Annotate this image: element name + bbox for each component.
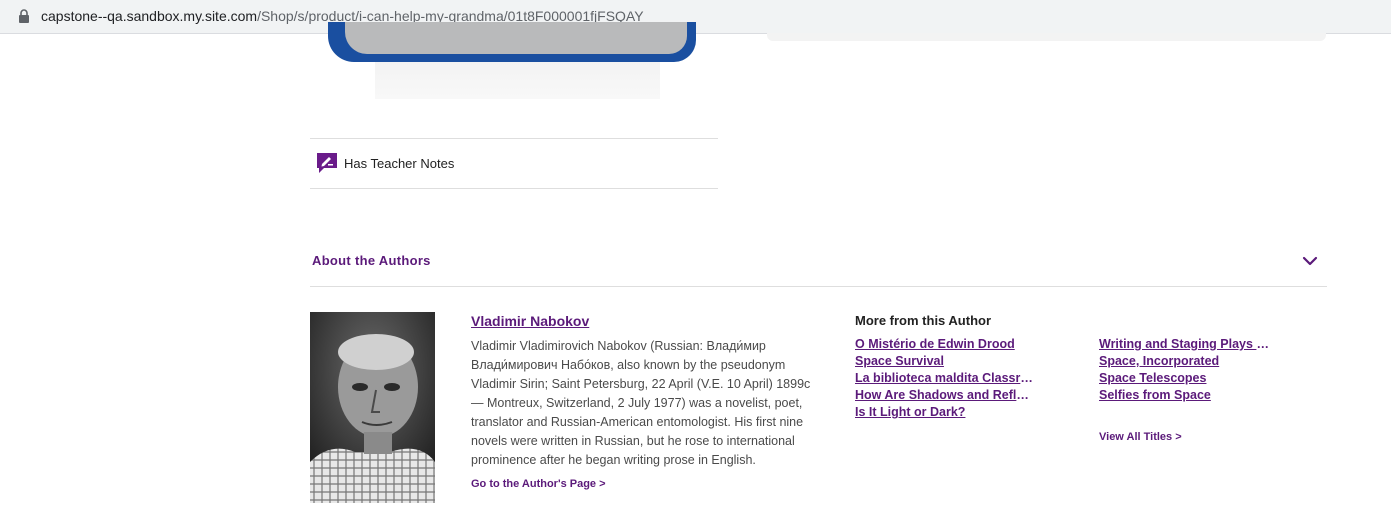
author-title-link[interactable]: La biblioteca maldita Classroom xyxy=(855,370,1033,387)
view-all-titles-link[interactable]: View All Titles > xyxy=(1099,431,1182,443)
author-title-link[interactable]: How Are Shadows and Reflections xyxy=(855,387,1033,404)
pencil-note-icon xyxy=(317,153,337,173)
author-title-link[interactable]: Selfies from Space xyxy=(1099,387,1277,404)
author-page-link[interactable]: Go to the Author's Page > xyxy=(471,478,606,490)
author-name-link[interactable]: Vladimir Nabokov xyxy=(471,313,589,329)
more-from-author-heading: More from this Author xyxy=(855,313,992,328)
product-image-inner xyxy=(345,22,687,54)
author-bio: Vladimir Vladimirovich Nabokov (Russian:… xyxy=(471,339,811,467)
url-host: capstone--qa.sandbox.my.site.com xyxy=(41,8,258,24)
about-authors-heading[interactable]: About the Authors xyxy=(312,253,431,268)
product-details-card xyxy=(767,33,1326,41)
teacher-notes-label: Has Teacher Notes xyxy=(344,155,455,171)
author-title-link[interactable]: Space, Incorporated xyxy=(1099,353,1277,370)
author-titles-column-1: O Mistério de Edwin Drood Space Survival… xyxy=(855,336,1033,421)
author-title-link[interactable]: Space Telescopes xyxy=(1099,370,1277,387)
author-title-link[interactable]: O Mistério de Edwin Drood xyxy=(855,336,1033,353)
author-title-link[interactable]: Space Survival xyxy=(855,353,1033,370)
teacher-notes-badge: Has Teacher Notes xyxy=(316,152,454,174)
divider xyxy=(310,286,1327,287)
divider xyxy=(310,188,718,189)
divider xyxy=(310,138,718,139)
author-titles-column-2: Writing and Staging Plays Parts Space, I… xyxy=(1099,336,1277,404)
author-title-link[interactable]: Writing and Staging Plays Parts xyxy=(1099,336,1277,353)
chevron-down-icon[interactable] xyxy=(1301,254,1319,268)
author-photo xyxy=(310,312,435,503)
author-title-link[interactable]: Is It Light or Dark? xyxy=(855,404,1033,421)
lock-icon xyxy=(19,9,29,23)
